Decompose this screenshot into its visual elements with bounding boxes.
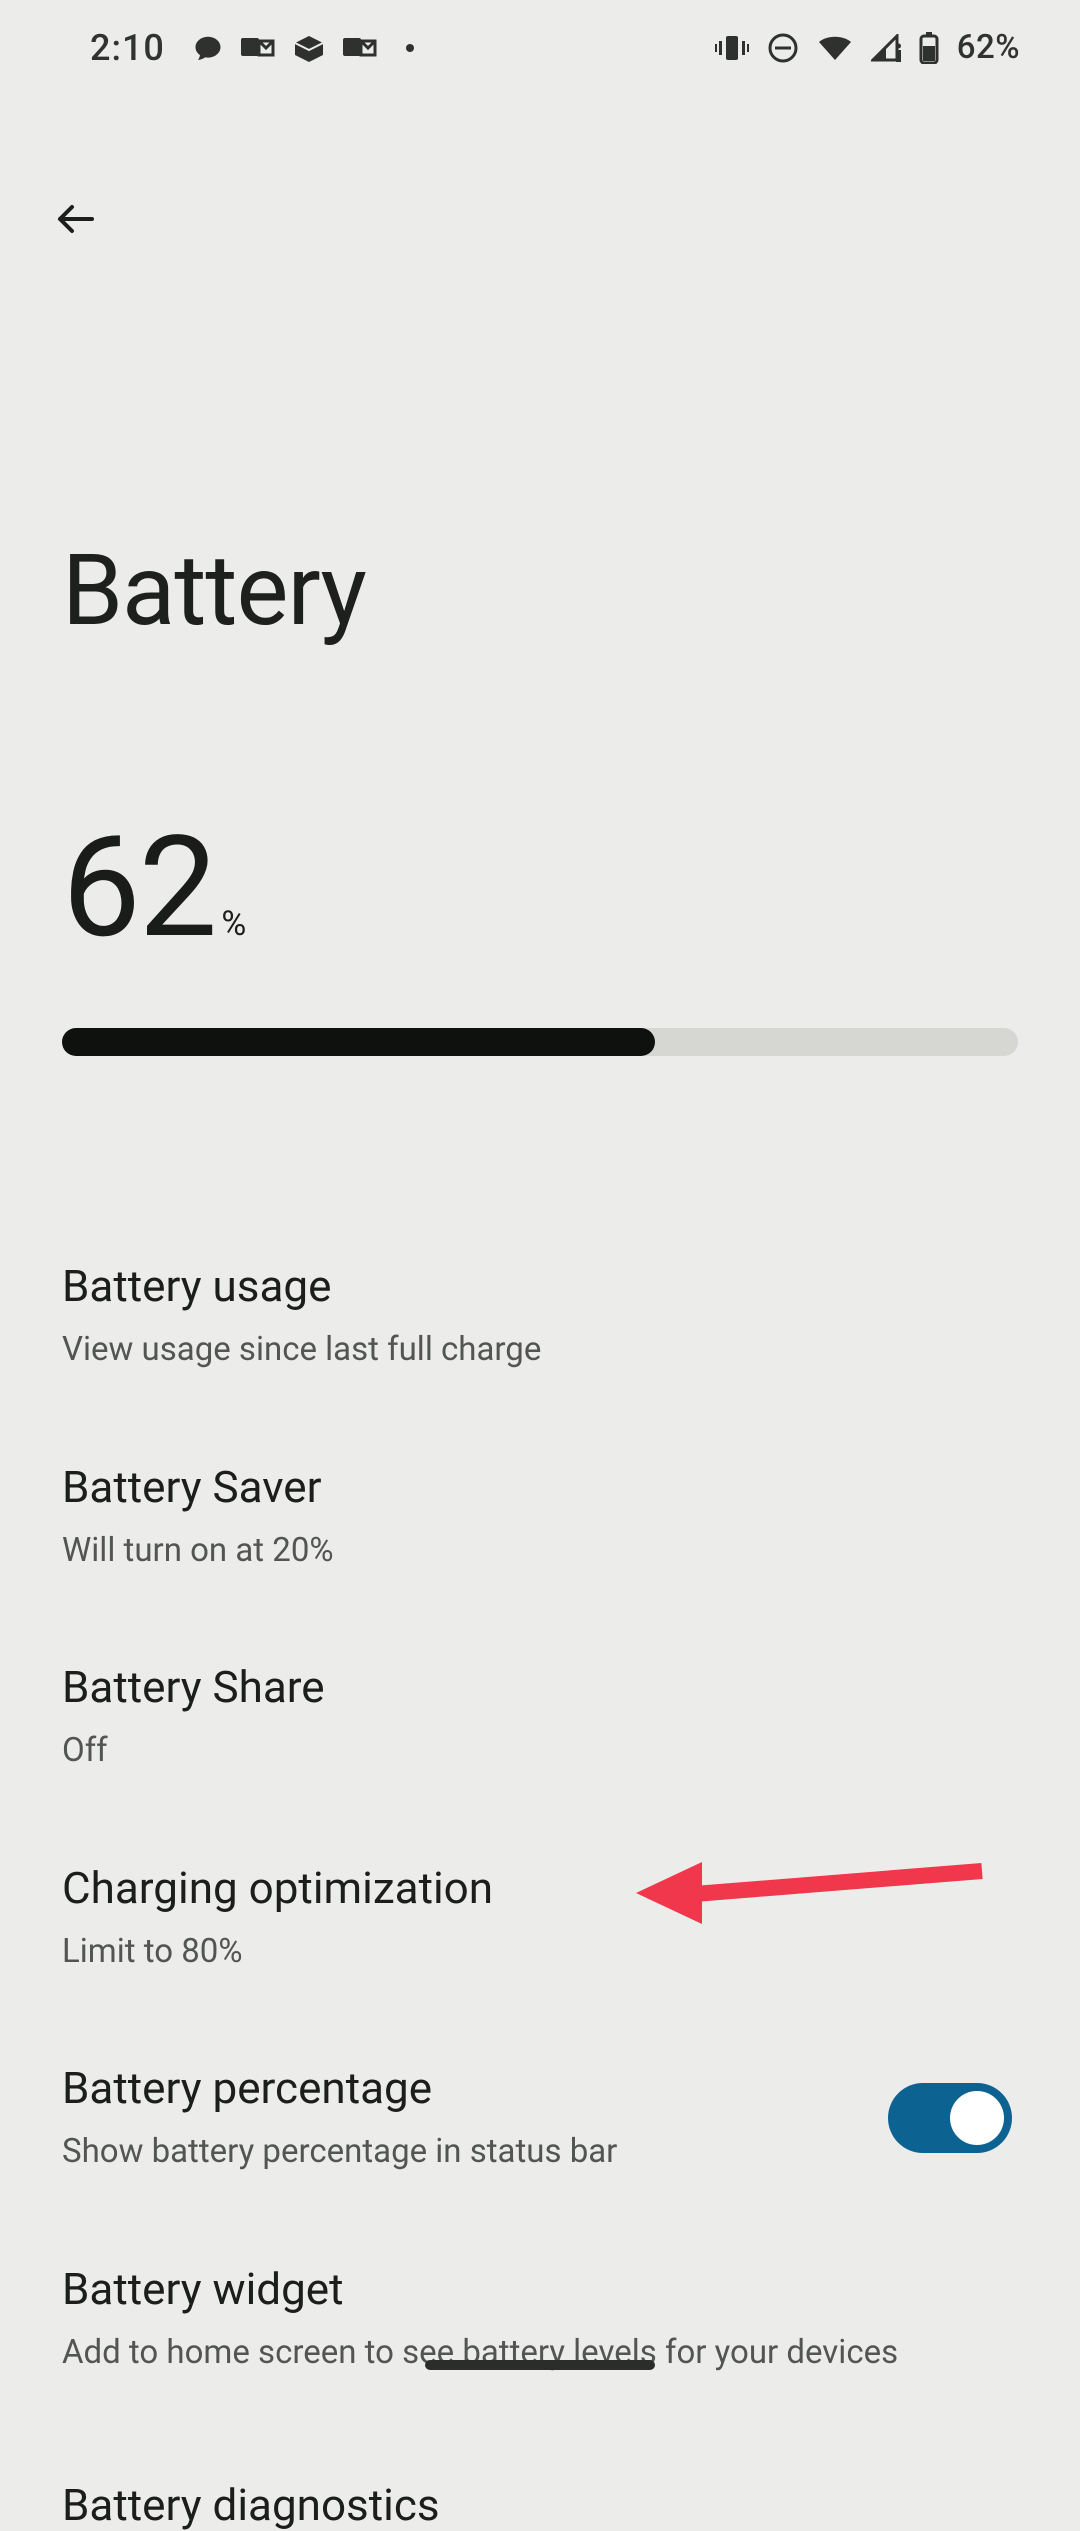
item-title: Battery usage <box>62 1260 541 1312</box>
outlook-icon <box>241 35 275 61</box>
item-title: Battery widget <box>62 2263 898 2315</box>
dot-icon <box>405 43 415 53</box>
outlook-icon-2 <box>343 35 377 61</box>
item-sub: Will turn on at 20% <box>62 1513 334 1574</box>
arrow-left-icon <box>52 195 100 243</box>
item-battery-widget[interactable]: Battery widget Add to home screen to see… <box>62 2219 1018 2420</box>
chat-bubble-icon <box>193 33 223 63</box>
battery-percent: 62 % <box>62 818 1018 958</box>
item-charging-optimization[interactable]: Charging optimization Limit to 80% <box>62 1818 1018 2019</box>
status-time: 2:10 <box>90 27 165 69</box>
item-title: Battery Share <box>62 1661 325 1713</box>
status-left: 2:10 <box>90 27 415 69</box>
battery-percent-value: 62 <box>62 818 215 958</box>
item-title: Battery diagnostics <box>62 2479 440 2531</box>
battery-percentage-toggle[interactable] <box>888 2083 1012 2153</box>
item-battery-share[interactable]: Battery Share Off <box>62 1617 1018 1818</box>
item-battery-percentage[interactable]: Battery percentage Show battery percenta… <box>62 2018 1018 2219</box>
back-row <box>62 95 1018 243</box>
cell-signal-icon <box>871 34 901 62</box>
nav-bar-pill[interactable] <box>425 2360 655 2370</box>
item-sub: View usage since last full charge <box>62 1312 541 1373</box>
battery-hero: 62 % <box>62 648 1018 1056</box>
status-bar: 2:10 62% <box>0 0 1080 95</box>
item-battery-usage[interactable]: Battery usage View usage since last full… <box>62 1216 1018 1417</box>
battery-bar-track <box>62 1028 1018 1056</box>
item-title: Battery percentage <box>62 2062 617 2114</box>
battery-percent-symbol: % <box>221 904 246 944</box>
page-title: Battery <box>62 243 1018 648</box>
item-title: Battery Saver <box>62 1461 334 1513</box>
status-battery-text: 62% <box>957 28 1020 67</box>
package-icon <box>293 34 325 62</box>
toggle-knob <box>950 2091 1004 2145</box>
wifi-icon <box>817 34 853 62</box>
back-button[interactable] <box>52 195 100 243</box>
vibrate-icon <box>715 33 749 63</box>
annotation-arrow-icon <box>632 1848 992 1938</box>
item-battery-saver[interactable]: Battery Saver Will turn on at 20% <box>62 1417 1018 1618</box>
item-sub: Off <box>62 1713 325 1774</box>
page: Battery 62 % Battery usage View usage si… <box>0 95 1080 2531</box>
item-sub: Limit to 80% <box>62 1914 493 1975</box>
status-right: 62% <box>715 28 1020 67</box>
settings-list: Battery usage View usage since last full… <box>62 1056 1018 2531</box>
battery-icon <box>919 32 939 64</box>
item-battery-diagnostics[interactable]: Battery diagnostics <box>62 2419 1018 2531</box>
item-sub: Show battery percentage in status bar <box>62 2114 617 2175</box>
dnd-icon <box>767 32 799 64</box>
battery-bar-fill <box>62 1028 655 1056</box>
item-title: Charging optimization <box>62 1862 493 1914</box>
